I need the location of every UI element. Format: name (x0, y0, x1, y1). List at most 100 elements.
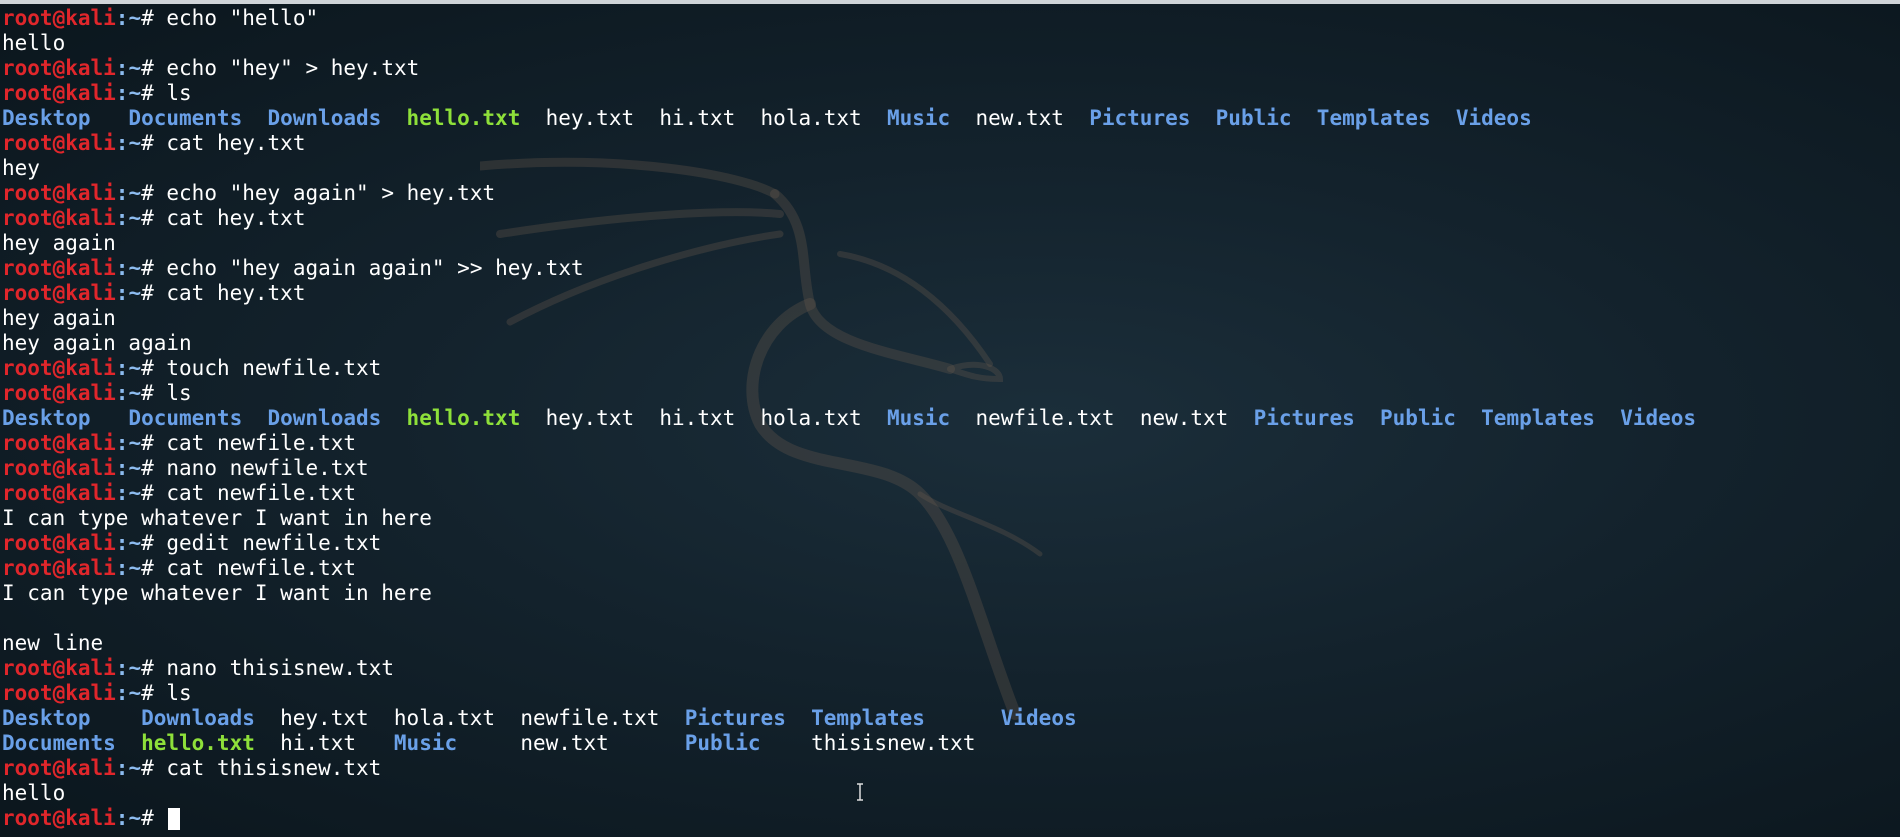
prompt-path: :~ (115, 756, 142, 780)
output-text: hey again (2, 306, 116, 330)
command-text: echo "hey again" > hey.txt (166, 181, 496, 205)
prompt-user: root@kali (2, 181, 116, 205)
output-text: I can type whatever I want in here (2, 506, 432, 530)
output-line: I can type whatever I want in here (2, 581, 1900, 606)
prompt-path: :~ (115, 256, 142, 280)
output-text: hey (2, 156, 40, 180)
ls-entry: new.txt (975, 106, 1064, 130)
prompt-line: root@kali:~# (2, 806, 1900, 831)
terminal-window[interactable]: root@kali:~# echo "hello" hello root@kali:… (0, 0, 1900, 837)
ls-entry: Documents (128, 406, 243, 430)
ls-entry: hi.txt (280, 731, 356, 755)
command-text: cat newfile.txt (166, 481, 357, 505)
ls-output-line: Desktop Documents Downloads hello.txt hey.tx… (2, 106, 1900, 131)
prompt-symbol: # (141, 81, 167, 105)
output-line: hey (2, 156, 1900, 181)
ls-entry: hola.txt (760, 406, 862, 430)
prompt-symbol: # (141, 356, 167, 380)
ls-entry: Music (886, 106, 951, 130)
command-text: echo "hey again again" >> hey.txt (166, 256, 584, 280)
prompt-symbol: # (141, 756, 167, 780)
ls-entry: Pictures (684, 706, 786, 730)
output-line: I can type whatever I want in here (2, 506, 1900, 531)
prompt-path: :~ (115, 481, 142, 505)
command-text: ls (166, 81, 192, 105)
ls-entry: new.txt (1139, 406, 1229, 430)
prompt-path: :~ (115, 431, 142, 455)
prompt-path: :~ (115, 181, 142, 205)
ls-entry: newfile.txt (520, 706, 660, 730)
ls-output-line: Documents hello.txt hi.txt Music new.txt Publ… (2, 731, 1900, 756)
output-line: hey again (2, 231, 1900, 256)
prompt-path: :~ (115, 281, 142, 305)
ls-entry: Music (393, 731, 458, 755)
prompt-user: root@kali (2, 256, 116, 280)
prompt-line: root@kali:~# cat thisisnew.txt (2, 756, 1900, 781)
prompt-line: root@kali:~# cat newfile.txt (2, 431, 1900, 456)
command-text: cat newfile.txt (166, 431, 357, 455)
prompt-user: root@kali (2, 806, 116, 830)
prompt-symbol: # (141, 281, 167, 305)
output-text: hello (2, 781, 66, 805)
prompt-line: root@kali:~# ls (2, 381, 1900, 406)
prompt-user: root@kali (2, 81, 116, 105)
prompt-line: root@kali:~# touch newfile.txt (2, 356, 1900, 381)
prompt-line: root@kali:~# cat newfile.txt (2, 481, 1900, 506)
command-text: cat hey.txt (166, 206, 306, 230)
ls-entry: Public (1215, 106, 1292, 130)
ls-entry: Downloads (267, 406, 382, 430)
ls-entry: Pictures (1089, 106, 1191, 130)
prompt-path: :~ (115, 381, 142, 405)
prompt-user: root@kali (2, 681, 116, 705)
ls-output-line: Desktop Documents Downloads hello.txt hey.tx… (2, 406, 1900, 431)
ls-entry: Videos (1000, 706, 1077, 730)
prompt-line: root@kali:~# cat newfile.txt (2, 556, 1900, 581)
terminal-cursor[interactable] (168, 808, 181, 830)
prompt-user: root@kali (2, 281, 116, 305)
ls-entry: Documents (128, 106, 243, 130)
prompt-path: :~ (115, 456, 142, 480)
prompt-symbol: # (141, 481, 167, 505)
prompt-symbol: # (141, 6, 167, 30)
prompt-symbol: # (141, 556, 167, 580)
prompt-symbol: # (141, 431, 167, 455)
output-line: hello (2, 781, 1900, 806)
prompt-path: :~ (115, 206, 142, 230)
prompt-symbol: # (141, 656, 167, 680)
ls-output-line: Desktop Downloads hey.txt hola.txt newfile.t… (2, 706, 1900, 731)
ls-entry: Downloads (141, 706, 255, 730)
prompt-line: root@kali:~# echo "hey again again" >> h… (2, 256, 1900, 281)
prompt-user: root@kali (2, 556, 116, 580)
prompt-symbol: # (141, 806, 167, 830)
command-text: cat newfile.txt (166, 556, 357, 580)
prompt-line: root@kali:~# echo "hey" > hey.txt (2, 56, 1900, 81)
prompt-line: root@kali:~# nano thisisnew.txt (2, 656, 1900, 681)
ls-entry: Templates (1316, 106, 1431, 130)
prompt-line: root@kali:~# echo "hey again" > hey.txt (2, 181, 1900, 206)
ls-entry: hey.txt (545, 106, 635, 130)
ls-entry: Templates (1481, 406, 1595, 430)
prompt-path: :~ (115, 681, 142, 705)
command-text: gedit newfile.txt (166, 531, 382, 555)
prompt-symbol: # (141, 206, 167, 230)
prompt-line: root@kali:~# nano newfile.txt (2, 456, 1900, 481)
command-text: ls (166, 681, 192, 705)
ls-entry: hola.txt (393, 706, 496, 730)
prompt-path: :~ (115, 531, 142, 555)
prompt-path: :~ (115, 656, 142, 680)
command-text: ls (166, 381, 192, 405)
prompt-symbol: # (141, 56, 167, 80)
output-line: new line (2, 631, 1900, 656)
prompt-user: root@kali (2, 481, 116, 505)
prompt-user: root@kali (2, 206, 116, 230)
ls-entry: hello.txt (141, 731, 255, 755)
output-line: hey again again (2, 331, 1900, 356)
command-text: nano newfile.txt (166, 456, 369, 480)
ls-entry: hi.txt (659, 406, 736, 430)
prompt-symbol: # (141, 456, 167, 480)
ls-entry: Public (1380, 406, 1456, 430)
ls-entry: Pictures (1253, 406, 1355, 430)
ls-entry: hey.txt (280, 706, 369, 730)
prompt-user: root@kali (2, 56, 116, 80)
